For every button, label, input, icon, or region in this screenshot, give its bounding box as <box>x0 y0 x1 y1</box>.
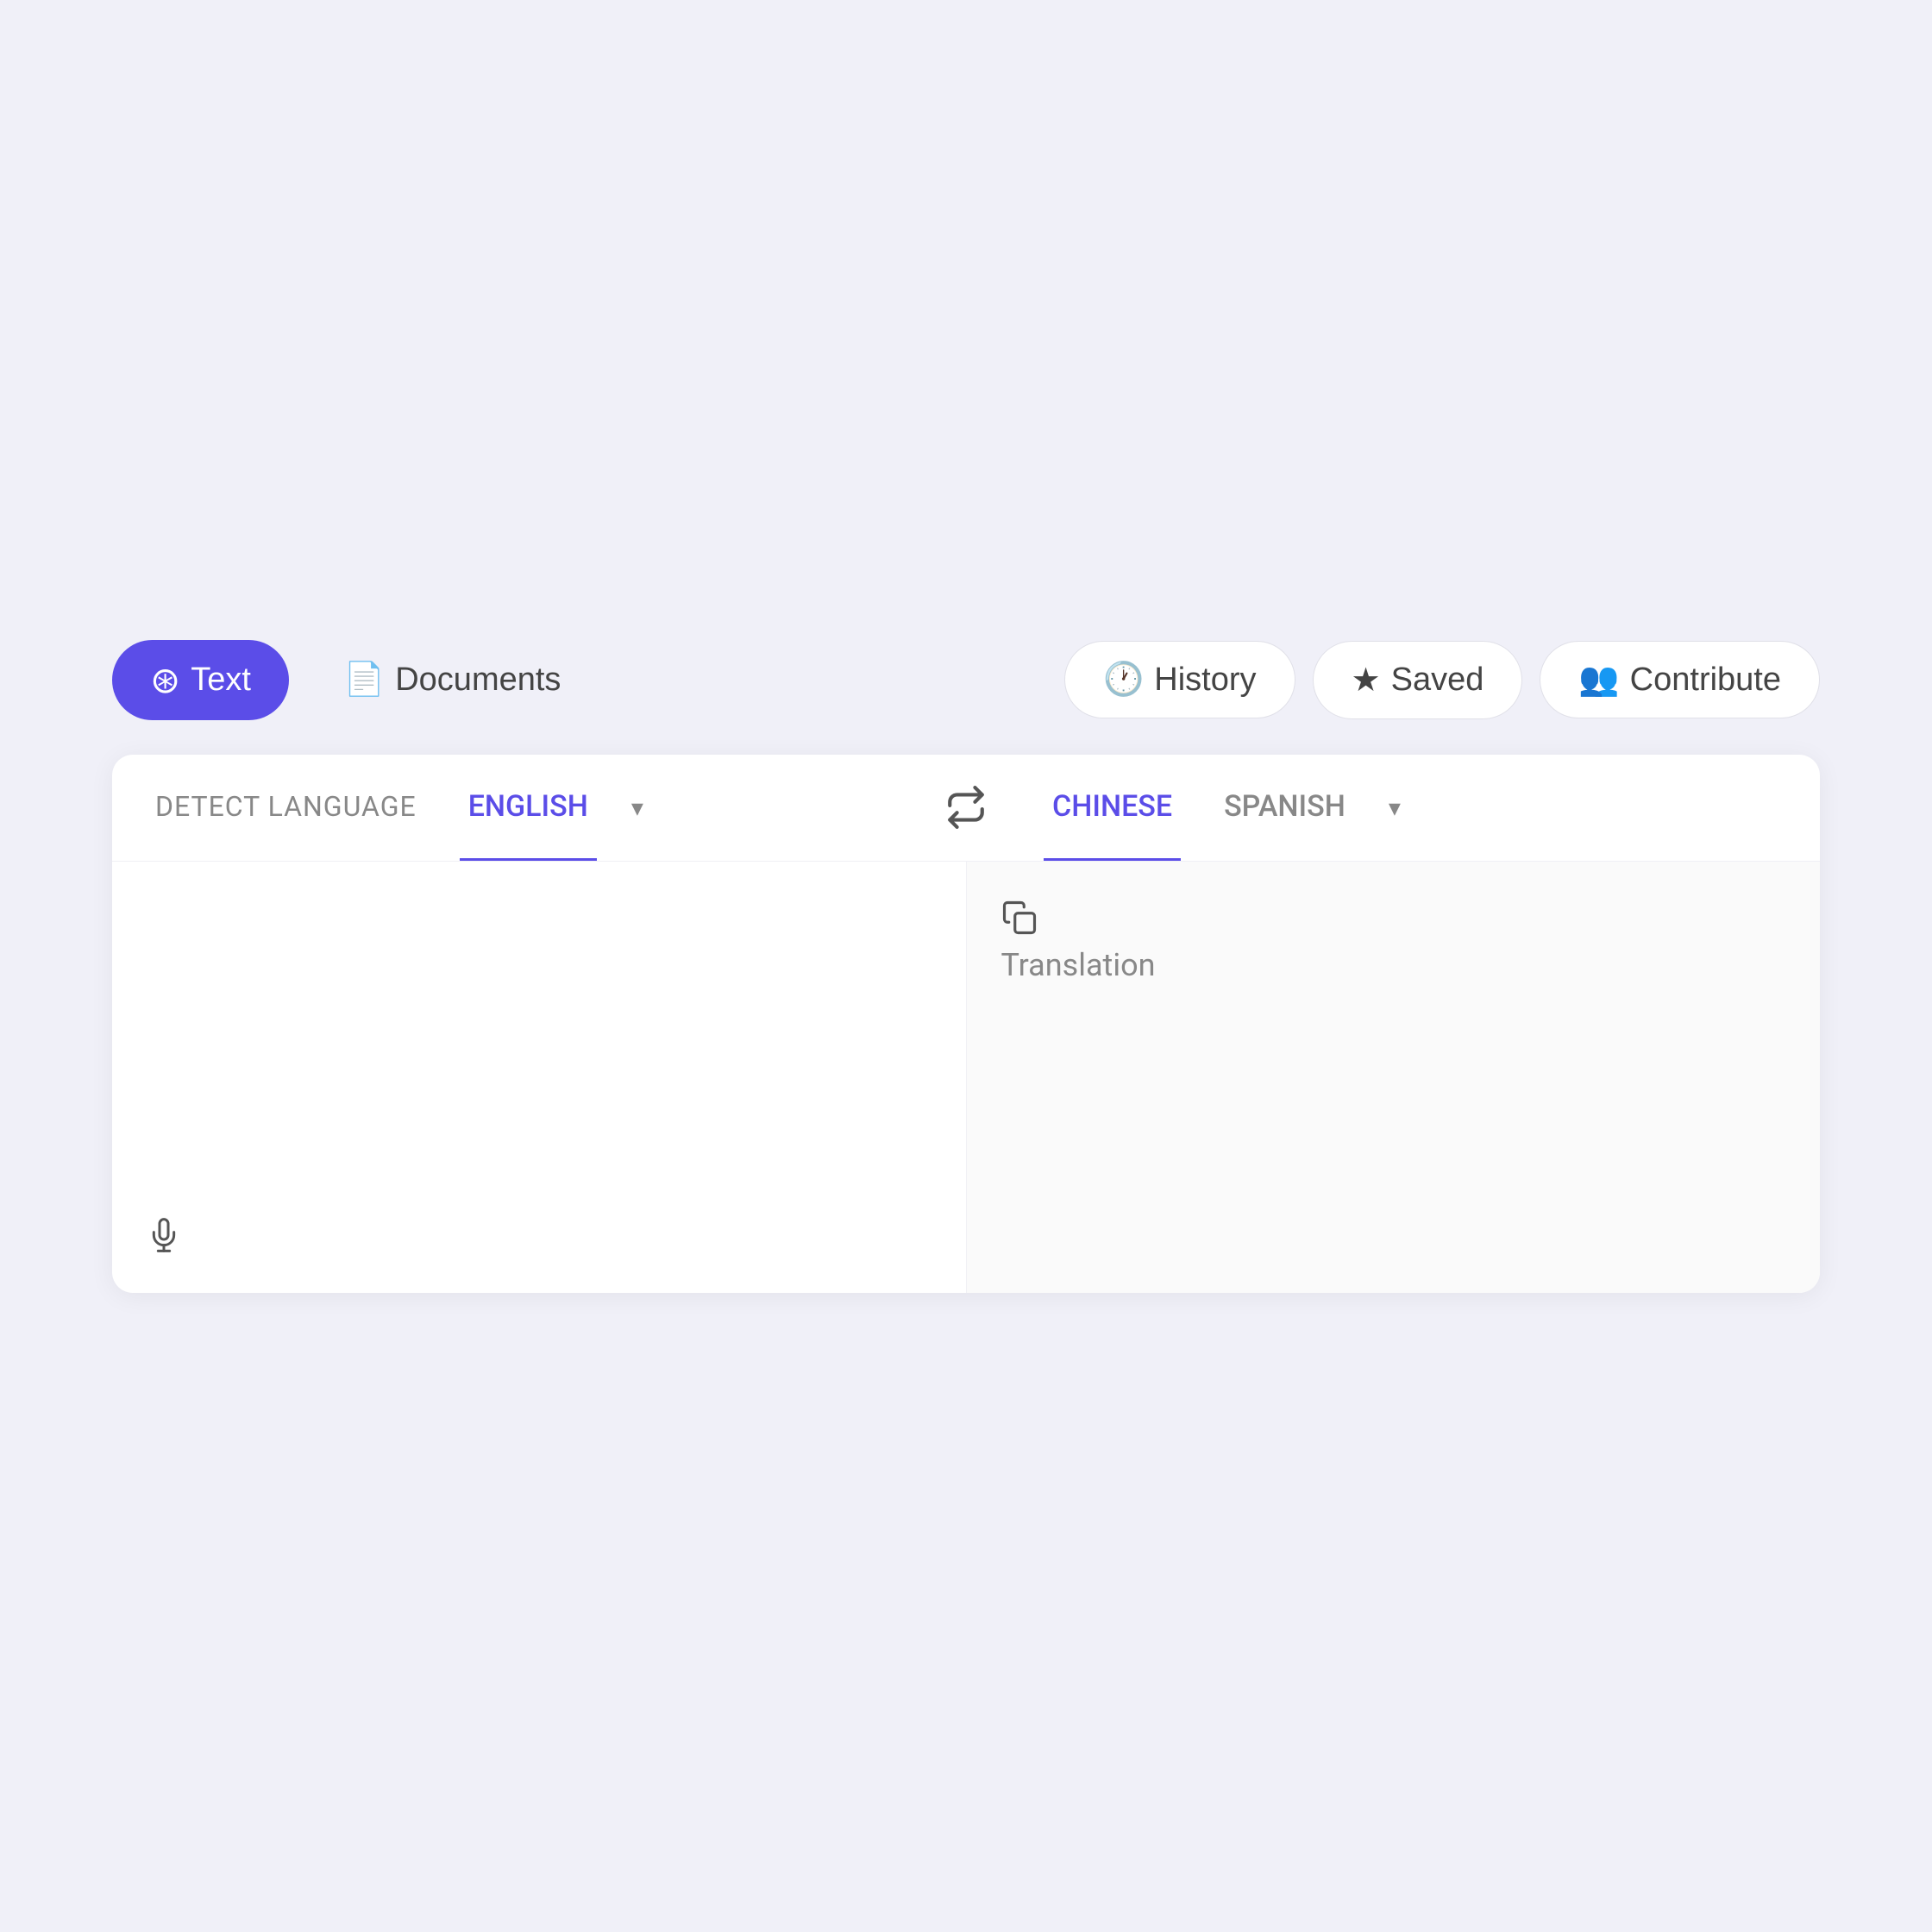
history-icon: 🕐 <box>1103 661 1144 699</box>
microphone-button[interactable] <box>147 1218 181 1262</box>
chinese-tab[interactable]: CHINESE <box>1044 755 1181 861</box>
history-button[interactable]: 🕐 History <box>1064 641 1295 718</box>
text-tab-button[interactable]: ⊛ Text <box>112 640 289 720</box>
documents-tab-label: Documents <box>395 662 561 699</box>
toolbar-left: ⊛ Text 📄 Documents <box>112 640 599 720</box>
copy-button[interactable] <box>1001 900 1058 938</box>
translation-area: Translation <box>112 862 1820 1293</box>
app-container: ⊛ Text 📄 Documents 🕐 History ★ Saved 👥 C… <box>60 588 1872 1345</box>
target-panel: Translation <box>967 862 1821 1293</box>
chevron-down-icon-target: ▾ <box>1389 794 1401 822</box>
toolbar-right: 🕐 History ★ Saved 👥 Contribute <box>1064 641 1820 719</box>
spanish-tab[interactable]: SPANISH <box>1215 755 1354 861</box>
target-languages: CHINESE SPANISH ▾ <box>1009 755 1820 861</box>
detect-language-tab[interactable]: DETECT LANGUAGE <box>147 756 425 860</box>
swap-languages-button[interactable] <box>923 786 1009 829</box>
saved-label: Saved <box>1391 662 1484 699</box>
language-bar: DETECT LANGUAGE ENGLISH ▾ CHINESE SPANIS… <box>112 755 1820 862</box>
source-text-input[interactable] <box>147 896 932 1241</box>
translation-output: Translation <box>1001 947 1786 983</box>
documents-tab-button[interactable]: 📄 Documents <box>306 642 599 718</box>
saved-button[interactable]: ★ Saved <box>1313 641 1523 719</box>
translator-card: DETECT LANGUAGE ENGLISH ▾ CHINESE SPANIS… <box>112 755 1820 1293</box>
english-tab[interactable]: ENGLISH <box>460 755 597 861</box>
history-label: History <box>1154 662 1256 699</box>
contribute-label: Contribute <box>1630 662 1781 699</box>
people-icon: 👥 <box>1578 661 1619 699</box>
toolbar: ⊛ Text 📄 Documents 🕐 History ★ Saved 👥 C… <box>112 640 1820 720</box>
source-languages: DETECT LANGUAGE ENGLISH ▾ <box>112 755 923 861</box>
source-panel <box>112 862 967 1293</box>
translate-icon: ⊛ <box>150 659 180 701</box>
contribute-button[interactable]: 👥 Contribute <box>1540 641 1820 718</box>
source-language-dropdown[interactable]: ▾ <box>631 785 643 831</box>
text-tab-label: Text <box>191 662 251 699</box>
document-icon: 📄 <box>344 661 385 699</box>
target-language-dropdown[interactable]: ▾ <box>1389 785 1401 831</box>
chevron-down-icon: ▾ <box>631 794 643 822</box>
star-icon: ★ <box>1352 661 1381 699</box>
